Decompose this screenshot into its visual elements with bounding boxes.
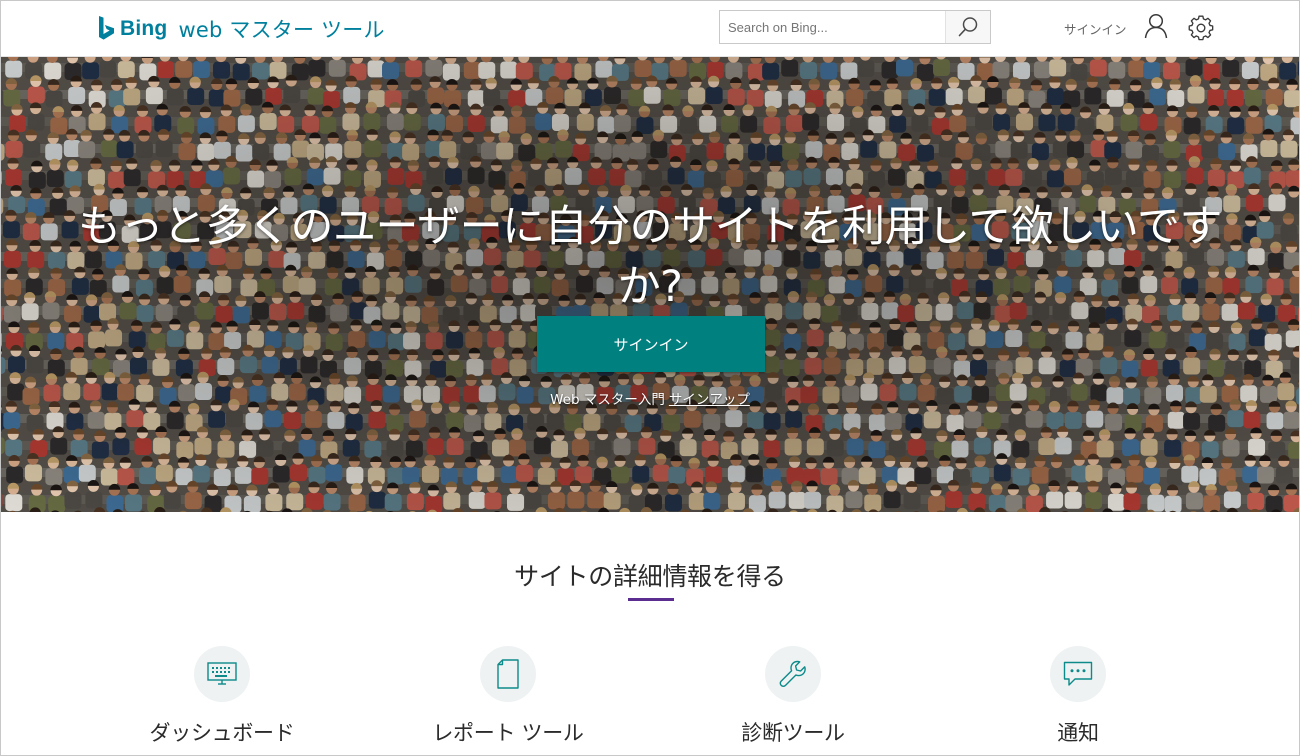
feature-notifications[interactable]: 通知 (968, 646, 1188, 755)
section-title: サイトの詳細情報を得る (514, 562, 786, 591)
section-underline (628, 598, 674, 601)
feature-label: ダッシュボード (149, 721, 295, 745)
brand-logo[interactable]: Bing web マスター ツール (97, 13, 385, 45)
bing-logo-icon (99, 16, 114, 40)
wrench-icon (779, 660, 806, 687)
hero-title: もっと多くのユーザーに自分のサイトを利用して欲しいですか? (77, 202, 1223, 312)
signup-link[interactable]: サインアップ (669, 392, 750, 408)
header-signin-link[interactable]: サインイン (1064, 19, 1127, 38)
report-icon (497, 659, 519, 689)
page-frame: Bing web マスター ツール サインイン (0, 0, 1300, 756)
top-header: Bing web マスター ツール サインイン (1, 1, 1299, 57)
search-box (719, 10, 991, 44)
feature-icon-circle (480, 646, 536, 702)
search-icon (958, 17, 978, 37)
brand-name: Bing (120, 17, 168, 40)
dashboard-icon (207, 662, 237, 685)
feature-diagnostic-tools[interactable]: 診断ツール (683, 646, 903, 755)
feature-icon-circle (194, 646, 250, 702)
chat-icon (1063, 661, 1093, 686)
gear-icon[interactable] (1188, 15, 1214, 41)
feature-icon-circle (765, 646, 821, 702)
hero-subtext: Web マスター入門 サインアップ (1, 388, 1299, 408)
feature-icon-circle (1050, 646, 1106, 702)
hero-banner: もっと多くのユーザーに自分のサイトを利用して欲しいですか? サインイン Web … (1, 57, 1299, 512)
search-button[interactable] (945, 11, 990, 43)
feature-label: 診断ツール (741, 721, 845, 745)
hero-signin-button[interactable]: サインイン (537, 316, 765, 372)
search-input[interactable] (720, 11, 946, 43)
feature-label: レポート ツール (432, 721, 584, 745)
feature-label: 通知 (1057, 721, 1099, 745)
product-name: web マスター ツール (178, 18, 385, 42)
feature-dashboard[interactable]: ダッシュボード (112, 646, 332, 755)
feature-report-tools[interactable]: レポート ツール (398, 646, 618, 755)
intro-text: Web マスター入門 (550, 392, 665, 408)
user-icon[interactable] (1144, 13, 1168, 39)
